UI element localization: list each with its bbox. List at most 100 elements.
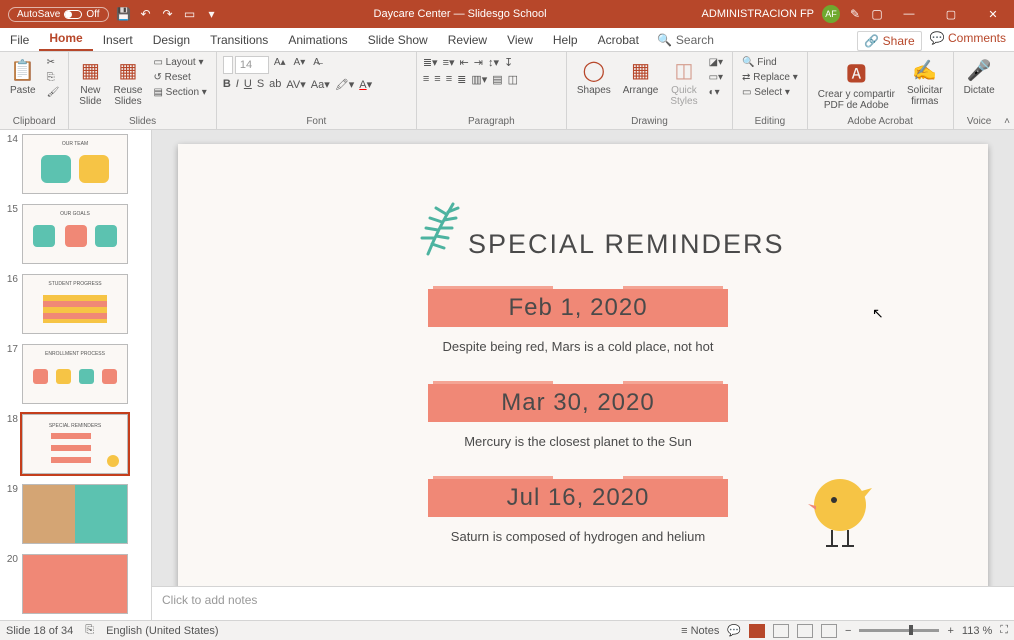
zoom-in-icon[interactable]: + <box>947 625 953 637</box>
increase-font-icon[interactable]: A▴ <box>271 56 289 74</box>
decrease-font-icon[interactable]: A▾ <box>291 56 309 74</box>
thumb-16[interactable]: 16STUDENT PROGRESS <box>0 274 151 334</box>
autosave-toggle[interactable]: AutoSave Off <box>8 7 109 22</box>
tab-transitions[interactable]: Transitions <box>200 29 278 51</box>
bullets-icon[interactable]: ≣▾ <box>423 56 438 69</box>
notes-toggle[interactable]: ≡ Notes <box>681 625 719 637</box>
highlight-icon[interactable]: 🖍▾ <box>335 78 355 91</box>
dictate-button[interactable]: 🎤Dictate <box>960 56 999 98</box>
reuse-slides-button[interactable]: ▦Reuse Slides <box>110 56 147 109</box>
undo-icon[interactable]: ↶ <box>139 7 153 21</box>
shapes-button[interactable]: ◯Shapes <box>573 56 615 98</box>
minimize-button[interactable]: — <box>892 0 926 28</box>
layout-button[interactable]: ▭ Layout ▾ <box>150 56 209 69</box>
tab-review[interactable]: Review <box>438 29 497 51</box>
spacing-icon[interactable]: AV▾ <box>286 78 305 91</box>
align-text-icon[interactable]: ▤ <box>492 73 502 86</box>
sorter-view-icon[interactable] <box>773 624 789 638</box>
thumb-14[interactable]: 14OUR TEAM <box>0 134 151 194</box>
strike-icon[interactable]: S <box>257 78 264 91</box>
qat-more-icon[interactable]: ▾ <box>205 7 219 21</box>
collapse-ribbon-icon[interactable]: ˄ <box>1004 116 1010 127</box>
notes-pane[interactable]: Click to add notes <box>152 586 1014 620</box>
zoom-out-icon[interactable]: − <box>845 625 851 637</box>
indent-dec-icon[interactable]: ⇤ <box>460 56 469 69</box>
thumb-18[interactable]: 18SPECIAL REMINDERS <box>0 414 151 474</box>
shape-effects-icon[interactable]: ◐▾ <box>706 86 726 99</box>
thumb-20[interactable]: 20 <box>0 554 151 614</box>
tab-animations[interactable]: Animations <box>278 29 357 51</box>
shape-fill-icon[interactable]: ◪▾ <box>706 56 726 69</box>
reminder-desc-2[interactable]: Mercury is the closest planet to the Sun <box>328 434 828 449</box>
slide-title[interactable]: SPECIAL REMINDERS <box>468 229 785 260</box>
clear-format-icon[interactable]: A̶ <box>310 56 323 74</box>
start-from-beginning-icon[interactable]: ▭ <box>183 7 197 21</box>
fit-to-window-icon[interactable]: ⛶ <box>1000 624 1008 637</box>
tab-file[interactable]: File <box>0 29 39 51</box>
slide-thumbnail-pane[interactable]: 14OUR TEAM 15OUR GOALS 16STUDENT PROGRES… <box>0 130 152 620</box>
align-right-icon[interactable]: ≡ <box>446 73 452 86</box>
shape-outline-icon[interactable]: ▭▾ <box>706 71 726 84</box>
arrange-button[interactable]: ▦Arrange <box>619 56 663 98</box>
maximize-button[interactable]: ▢ <box>934 0 968 28</box>
reminder-date-3[interactable]: Jul 16, 2020 <box>428 479 728 517</box>
align-center-icon[interactable]: ≡ <box>434 73 440 86</box>
columns-icon[interactable]: ▥▾ <box>471 73 487 86</box>
format-painter-icon[interactable]: 🖌 <box>44 86 63 99</box>
select-button[interactable]: ▭ Select ▾ <box>739 86 801 99</box>
tab-help[interactable]: Help <box>543 29 588 51</box>
status-language[interactable]: English (United States) <box>106 625 219 637</box>
reminder-desc-3[interactable]: Saturn is composed of hydrogen and heliu… <box>328 529 828 544</box>
text-direction-icon[interactable]: ↧ <box>504 56 513 69</box>
reading-view-icon[interactable] <box>797 624 813 638</box>
slideshow-view-icon[interactable] <box>821 624 837 638</box>
adobe-sign-button[interactable]: ✍Solicitar firmas <box>903 56 947 109</box>
ribbon-options-icon[interactable]: ▢ <box>870 7 884 21</box>
thumb-19[interactable]: 19 <box>0 484 151 544</box>
thumb-15[interactable]: 15OUR GOALS <box>0 204 151 264</box>
tell-me-search[interactable]: 🔍 Search <box>649 29 722 51</box>
comments-button[interactable]: 💬 Comments <box>930 31 1006 51</box>
shadow-icon[interactable]: ab <box>269 78 281 91</box>
justify-icon[interactable]: ≣ <box>457 73 466 86</box>
italic-icon[interactable]: I <box>236 78 239 91</box>
reminder-desc-1[interactable]: Despite being red, Mars is a cold place,… <box>328 339 828 354</box>
font-name-combo[interactable] <box>223 56 233 74</box>
replace-button[interactable]: ⇄ Replace ▾ <box>739 71 801 84</box>
save-icon[interactable]: 💾 <box>117 7 131 21</box>
section-button[interactable]: ▤ Section ▾ <box>150 86 209 99</box>
share-button[interactable]: 🔗 Share <box>857 31 921 51</box>
tab-acrobat[interactable]: Acrobat <box>588 29 649 51</box>
case-icon[interactable]: Aa▾ <box>311 78 330 91</box>
smartart-icon[interactable]: ◫ <box>508 73 518 86</box>
normal-view-icon[interactable] <box>749 624 765 638</box>
new-slide-button[interactable]: ▦New Slide <box>75 56 105 109</box>
coming-soon-icon[interactable]: ✎ <box>848 7 862 21</box>
tab-view[interactable]: View <box>497 29 543 51</box>
tab-design[interactable]: Design <box>143 29 200 51</box>
tab-slideshow[interactable]: Slide Show <box>358 29 438 51</box>
adobe-share-pdf-button[interactable]: 🅰Crear y compartir PDF de Adobe <box>814 56 899 113</box>
tab-insert[interactable]: Insert <box>93 29 143 51</box>
paste-button[interactable]: 📋Paste <box>6 56 40 98</box>
user-avatar[interactable]: AF <box>822 5 840 23</box>
reminder-date-2[interactable]: Mar 30, 2020 <box>428 384 728 422</box>
reminder-date-1[interactable]: Feb 1, 2020 <box>428 289 728 327</box>
zoom-slider[interactable] <box>859 629 939 632</box>
slide[interactable]: SPECIAL REMINDERS Feb 1, 2020 Despite be… <box>178 144 988 586</box>
cut-icon[interactable]: ✂ <box>44 56 63 69</box>
comments-toggle-icon[interactable]: 💬 <box>727 624 741 637</box>
find-button[interactable]: 🔍 Find <box>739 56 801 69</box>
close-button[interactable]: ✕ <box>976 0 1010 28</box>
copy-icon[interactable]: ⎘ <box>44 71 63 84</box>
bold-icon[interactable]: B <box>223 78 231 91</box>
align-left-icon[interactable]: ≡ <box>423 73 429 86</box>
tab-home[interactable]: Home <box>39 27 92 51</box>
accessibility-icon[interactable]: ⎘ <box>85 624 94 637</box>
font-color-icon[interactable]: A▾ <box>359 78 372 91</box>
numbering-icon[interactable]: ≡▾ <box>443 56 455 69</box>
underline-icon[interactable]: U <box>244 78 252 91</box>
reset-button[interactable]: ↺ Reset <box>150 71 209 84</box>
thumb-17[interactable]: 17ENROLLMENT PROCESS <box>0 344 151 404</box>
line-spacing-icon[interactable]: ↕▾ <box>488 56 499 69</box>
